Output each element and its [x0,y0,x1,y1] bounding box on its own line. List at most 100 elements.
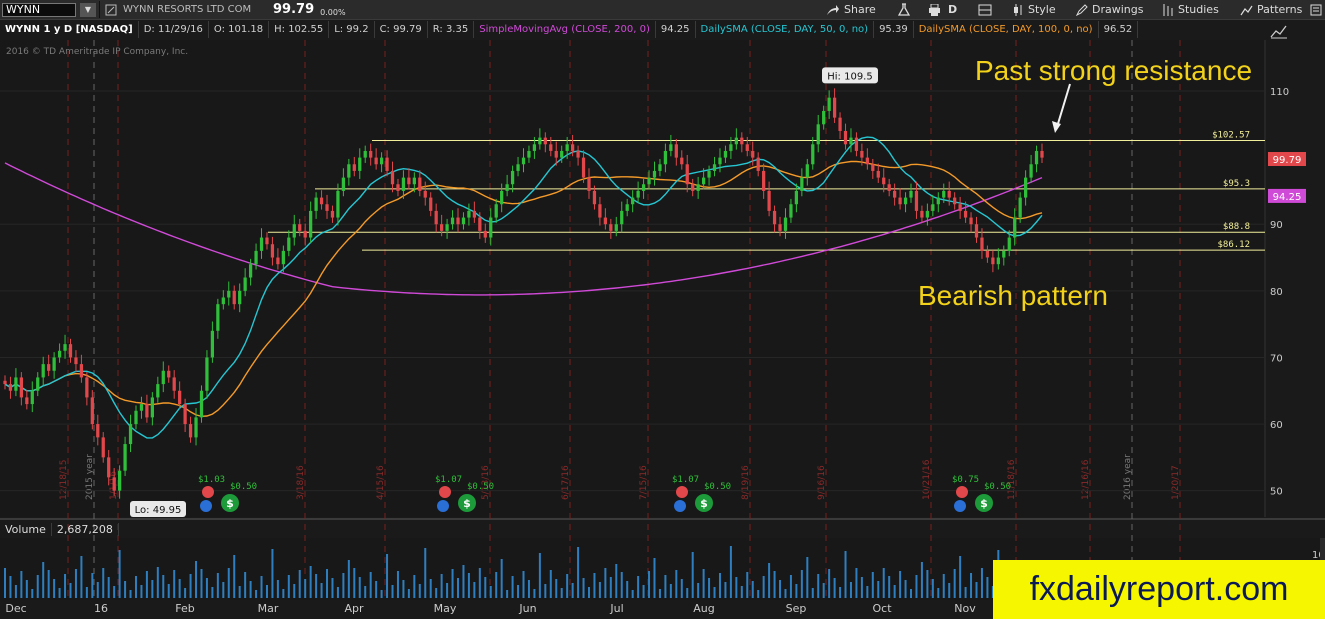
candle-body [652,170,657,178]
share-button[interactable]: Share [826,0,876,19]
volume-bar [336,587,339,598]
volume-bar [462,565,465,598]
price-chart[interactable]: 12/18/152015 year1/1/163/18/164/15/165/1… [0,0,1325,619]
special-dividend-amount: $0.50 [230,482,257,492]
event-date-label: 7/15/16 [639,465,649,500]
candle-body [581,157,586,178]
candle-body [90,397,94,425]
candle-body [636,190,640,198]
volume-bar [718,573,721,598]
candle-body [314,197,318,211]
event-date-label: 6/17/16 [561,465,571,500]
candle-body [772,210,777,225]
volume-bar [260,576,263,598]
candle-body [1018,197,1022,218]
study-info-bar: WYNN 1 y D [NASDAQ] D: 11/29/16 O: 101.1… [0,21,1265,38]
share-icon [827,4,839,15]
candle-body [554,150,558,158]
candle-body [238,290,242,305]
volume-bar [888,576,891,598]
window-menu-button[interactable] [1310,0,1325,19]
candle-body [521,157,526,165]
candle-body [472,210,477,218]
bar-low: L: 99.2 [329,21,375,38]
volume-bar [527,580,530,598]
candle-body [434,210,438,225]
candle-body [985,250,990,258]
volume-bar [860,577,863,598]
volume-bar [353,568,356,598]
volume-bar [255,590,258,598]
volume-bar [265,585,268,598]
patterns-button[interactable]: Patterns [1240,0,1302,19]
volume-bar [129,590,132,598]
volume-bar [418,584,421,598]
volume-bar [757,590,760,598]
candle-body [270,244,275,258]
candle-body [19,377,24,398]
volume-bar [178,579,181,598]
candle-body [625,204,629,211]
sma100-study-label[interactable]: DailySMA (CLOSE, DAY, 100, 0, no) [914,21,1099,38]
candle-body [871,164,875,171]
volume-bar [484,577,487,598]
patterns-icon [1240,5,1253,15]
candle-body [570,144,575,151]
timeframe-selector[interactable]: D [948,0,957,19]
month-label: Oct [872,602,892,615]
sma200-study-label[interactable]: SimpleMovingAvg (CLOSE, 200, 0) [474,21,656,38]
layout-icon [978,4,992,15]
month-label: Feb [175,602,194,615]
candle-body [1002,250,1006,258]
candle-body [587,177,591,191]
menu-icon [1310,4,1322,15]
print-button[interactable] [928,0,945,19]
watermark-banner: fxdailyreport.com [993,560,1325,619]
link-icon[interactable] [105,4,117,16]
price-tag-label: 99.79 [1273,155,1302,166]
y-tick-label: 70 [1270,353,1283,364]
volume-bar [36,575,39,598]
candle-body [276,257,280,265]
event-date-label: 10/21/16 [922,459,932,500]
symbol-input[interactable]: WYNN [2,2,76,17]
candle-body [243,277,247,291]
volume-bar [124,581,127,598]
chart-settings-icon[interactable] [1270,23,1288,39]
view-toggle-button[interactable] [978,0,996,19]
symbol-dropdown-button[interactable]: ▼ [80,2,96,17]
candle-body [188,424,193,438]
month-label: 16 [94,602,108,615]
candle-body [1013,217,1017,238]
drawings-button[interactable]: Drawings [1076,0,1143,19]
bar-close: C: 99.79 [375,21,428,38]
candle-body [893,190,897,198]
candle-body [936,197,940,205]
earnings-icon [439,486,451,498]
candle-body [292,224,296,238]
volume-bar [309,566,312,598]
bar-range: R: 3.35 [428,21,475,38]
y-tick-label: 50 [1270,487,1283,498]
volume-bar [926,570,929,598]
candle-body [489,217,493,238]
volume-bar [287,575,290,598]
flask-button[interactable] [898,0,914,19]
style-button[interactable]: Style [1012,0,1056,19]
volume-bar [407,589,410,598]
event-date-label: 1/20/17 [1171,465,1181,500]
dividend-amount: $1.03 [198,475,225,485]
price-level-label: $86.12 [1217,240,1250,250]
candle-body [385,157,389,171]
studies-button[interactable]: Studies [1162,0,1219,19]
event-date-label: 2015 year [85,454,95,500]
candle-body [68,344,73,358]
volume-bar [451,569,454,598]
sma100-study-value: 96.52 [1099,21,1139,38]
candle-body [1029,164,1033,178]
candle-body [41,364,45,378]
candle-body [794,190,799,205]
volume-bar [855,568,858,598]
candle-body [691,184,695,191]
sma50-study-label[interactable]: DailySMA (CLOSE, DAY, 50, 0, no) [696,21,875,38]
